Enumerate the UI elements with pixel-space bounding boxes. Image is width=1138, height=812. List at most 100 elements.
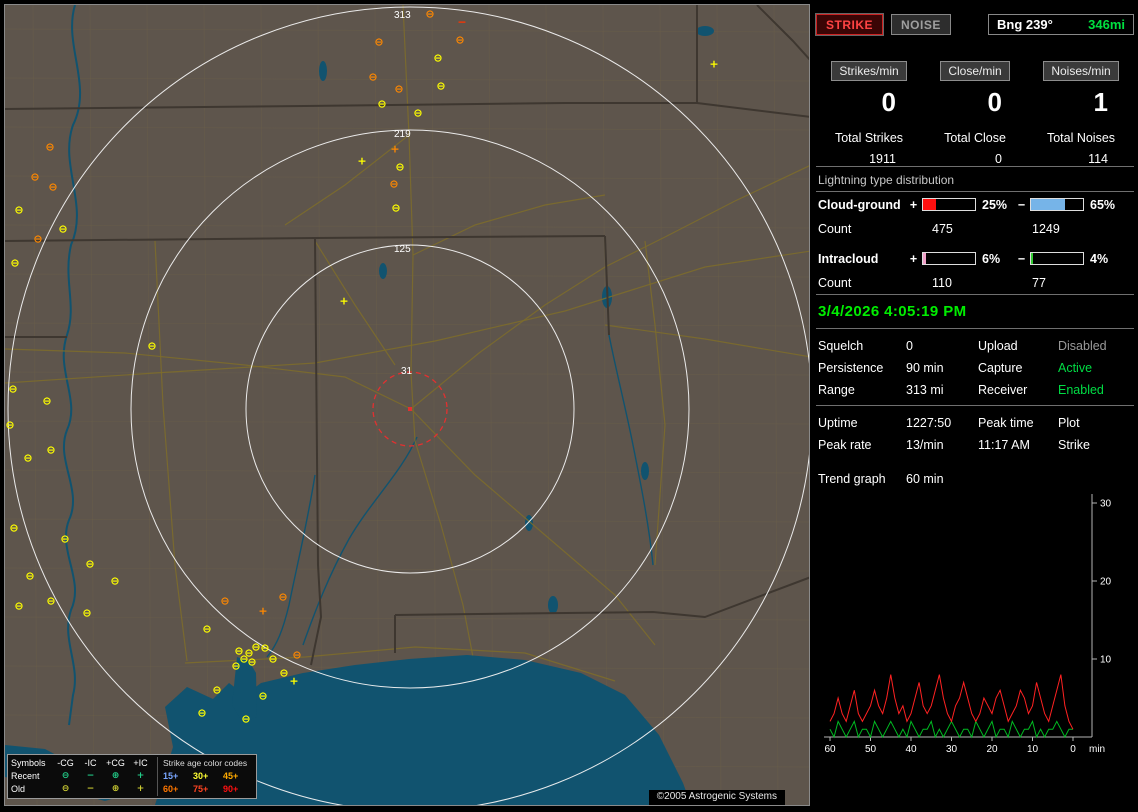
- age-codes-title: Strike age color codes: [163, 758, 248, 768]
- bearing-display: Bng 239° 346mi: [988, 14, 1134, 35]
- strike-symbol: ⊖: [413, 107, 422, 120]
- persistence-label: Persistence: [818, 361, 884, 375]
- strike-symbol: ⊖: [258, 690, 267, 703]
- strike-symbol: ⊖: [220, 595, 229, 608]
- age-60: 60+: [163, 784, 179, 794]
- strike-symbol: ⊖: [436, 80, 445, 93]
- stats-grid: Uptime 1227:50 Peak time Plot Peak rate …: [816, 406, 1134, 460]
- svg-text:30: 30: [946, 744, 958, 755]
- datetime-display: 3/4/2026 4:05:19 PM: [818, 303, 967, 320]
- svg-text:20: 20: [986, 744, 998, 755]
- age-30: 30+: [193, 771, 209, 781]
- old-neg-ic-icon: −: [86, 784, 95, 794]
- noises-per-min-value: 1: [1093, 87, 1108, 117]
- ic-positive-count: 110: [932, 275, 952, 290]
- mode-header: STRIKE NOISE Bng 239° 346mi: [816, 14, 1134, 35]
- noise-mode-button[interactable]: NOISE: [891, 14, 951, 35]
- age-15: 15+: [163, 771, 179, 781]
- map-panel[interactable]: 313 219 125 31 ⊖ − ⊖ ⊖ ⊖ ⊖ ⊖ ⊖ ⊖ ⊖ + + + ⊖ ⊖ ⊖ + ⊖ ⊖ ⊖ ⊖ ⊖ ⊖ ⊖ ⊖…: [4, 4, 810, 806]
- peak-rate-label: Peak rate: [818, 438, 872, 452]
- ic-negative-count: 77: [1032, 275, 1046, 290]
- cg-negative-bar: [1030, 198, 1084, 211]
- strikes-per-min-value: 0: [881, 87, 896, 117]
- recent-pos-ic-icon: +: [136, 771, 145, 781]
- strike-symbol: +: [357, 155, 366, 168]
- count-label: Count: [818, 221, 852, 236]
- nexstorm-window: 313 219 125 31 ⊖ − ⊖ ⊖ ⊖ ⊖ ⊖ ⊖ ⊖ ⊖ + + + ⊖ ⊖ ⊖ + ⊖ ⊖ ⊖ ⊖ ⊖ ⊖ ⊖ ⊖…: [0, 0, 1138, 812]
- map-legend: Symbols -CG -IC +CG +IC Recent ⊖ − ⊕ + O…: [7, 754, 257, 799]
- ring-label-219: 219: [394, 129, 411, 140]
- plot-label: Plot: [1058, 416, 1080, 430]
- peak-time-label: Peak time: [978, 416, 1034, 430]
- strike-symbol: ⊖: [30, 171, 39, 184]
- peak-time-value: 11:17 AM: [978, 438, 1030, 452]
- strike-symbol: ⊖: [433, 52, 442, 65]
- strike-symbol: ⊖: [46, 444, 55, 457]
- noises-column: Noises/min 1 Total Noises 114: [1028, 61, 1134, 166]
- age-45: 45+: [223, 771, 239, 781]
- distribution-title: Lightning type distribution: [818, 173, 955, 187]
- strike-symbol: ⊖: [60, 533, 69, 546]
- svg-text:50: 50: [865, 744, 877, 755]
- settings-grid: Squelch 0 Upload Disabled Persistence 90…: [816, 329, 1134, 405]
- strike-symbol: ⊖: [292, 649, 301, 662]
- strike-symbol: ⊖: [14, 204, 23, 217]
- strike-symbol: ⊖: [10, 257, 19, 270]
- copyright-text: ©2005 Astrogenic Systems: [648, 790, 785, 805]
- ring-label-31: 31: [401, 366, 413, 377]
- close-column: Close/min 0 Total Close 0: [922, 61, 1028, 166]
- uptime-value: 1227:50: [906, 416, 952, 430]
- persistence-value: 90 min: [906, 361, 944, 375]
- trend-header: Trend graph 60 min: [816, 460, 1134, 488]
- strike-mode-button[interactable]: STRIKE: [816, 14, 884, 35]
- cg-negative-pct: 65%: [1090, 197, 1116, 212]
- range-label: Range: [818, 383, 855, 397]
- ring-label-313: 313: [394, 10, 411, 21]
- noises-per-min-chip[interactable]: Noises/min: [1043, 61, 1119, 81]
- strikes-column: Strikes/min 0 Total Strikes 1911: [816, 61, 922, 166]
- strike-symbol: ⊖: [212, 684, 221, 697]
- rate-counters: Strikes/min 0 Total Strikes 1911 Close/m…: [816, 61, 1134, 166]
- ic-positive-pct: 6%: [982, 251, 1001, 266]
- intracloud-label: Intracloud: [818, 251, 879, 266]
- old-neg-cg-icon: ⊖: [61, 784, 70, 794]
- plot-value: Strike: [1058, 438, 1090, 452]
- strike-symbol: ⊖: [247, 656, 256, 669]
- strike-symbol: ⊖: [368, 71, 377, 84]
- intracloud-row: Intracloud + 6% − 4%: [816, 246, 1134, 271]
- cloud-ground-label: Cloud-ground: [818, 197, 901, 212]
- strike-symbol: ⊖: [389, 178, 398, 191]
- svg-text:min: min: [1089, 744, 1105, 755]
- total-close-label: Total Close: [944, 131, 1006, 145]
- lightning-map[interactable]: 313 219 125 31 ⊖ − ⊖ ⊖ ⊖ ⊖ ⊖ ⊖ ⊖ ⊖ + + + ⊖ ⊖ ⊖ + ⊖ ⊖ ⊖ ⊖ ⊖ ⊖ ⊖ ⊖…: [5, 5, 809, 805]
- range-value: 313 mi: [906, 383, 944, 397]
- strikes-per-min-chip[interactable]: Strikes/min: [831, 61, 907, 81]
- upload-label: Upload: [978, 339, 1018, 353]
- cloud-ground-counts: Count 475 1249: [816, 217, 1134, 240]
- strike-symbol: +: [390, 143, 399, 156]
- squelch-value: 0: [906, 339, 913, 353]
- svg-text:0: 0: [1070, 744, 1076, 755]
- strike-symbol: ⊖: [241, 713, 250, 726]
- strike-symbol: ⊖: [8, 383, 17, 396]
- svg-text:30: 30: [1100, 499, 1112, 510]
- strike-symbol: ⊖: [9, 522, 18, 535]
- close-per-min-chip[interactable]: Close/min: [940, 61, 1010, 81]
- strike-symbol: ⊖: [251, 641, 260, 654]
- strike-symbol: ⊖: [48, 181, 57, 194]
- bearing-value: Bng 239°: [997, 17, 1053, 32]
- strike-symbol: ⊖: [394, 83, 403, 96]
- legend-col-pos-ic: +IC: [133, 758, 148, 768]
- cg-positive-pct: 25%: [982, 197, 1008, 212]
- plus-sign: +: [909, 197, 918, 212]
- strike-symbol: +: [339, 295, 348, 308]
- legend-col-neg-cg: -CG: [57, 758, 74, 768]
- receiver-label: Receiver: [978, 383, 1028, 397]
- strike-symbol: −: [457, 16, 466, 29]
- strike-symbol: ⊖: [202, 623, 211, 636]
- strike-symbol: ⊖: [82, 607, 91, 620]
- recent-pos-cg-icon: ⊕: [111, 771, 120, 781]
- ic-negative-pct: 4%: [1090, 251, 1109, 266]
- plus-sign: +: [909, 251, 918, 266]
- age-75: 75+: [193, 784, 209, 794]
